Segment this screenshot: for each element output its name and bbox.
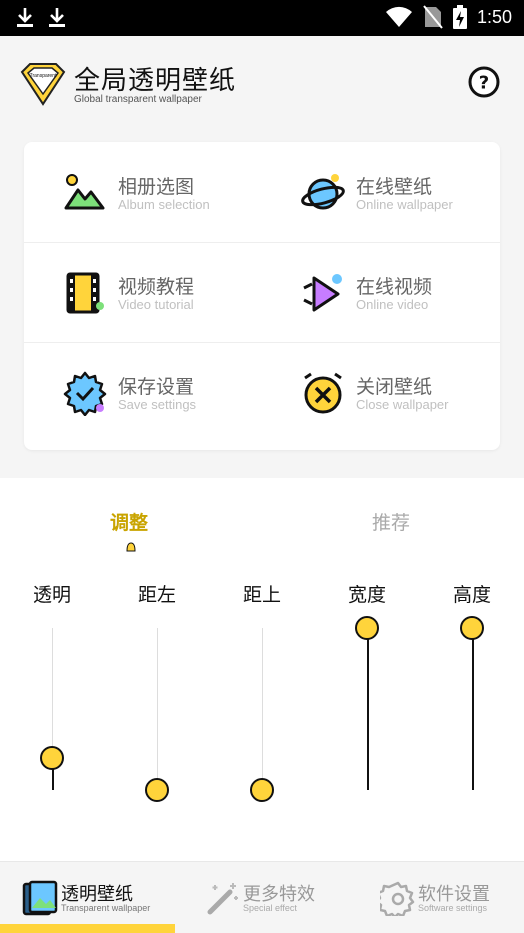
- menu-save-settings[interactable]: 保存设置 Save settings: [24, 342, 262, 442]
- app-title: 全局透明壁纸: [74, 66, 237, 96]
- menu-close-wallpaper[interactable]: 关闭壁纸 Close wallpaper: [262, 342, 500, 442]
- logo-text: Transparent: [30, 73, 57, 79]
- menu-subtitle: Video tutorial: [118, 297, 194, 312]
- magic-wand-icon: [207, 883, 238, 915]
- wallpaper-icon: [22, 880, 58, 916]
- menu-title: 相册选图: [118, 176, 195, 198]
- app-subtitle: Global transparent wallpaper: [74, 94, 202, 105]
- nav-transparent-wallpaper[interactable]: 透明壁纸 Transparent wallpaper: [0, 862, 175, 933]
- slider-track[interactable]: [157, 628, 158, 790]
- menu-title: 视频教程: [118, 276, 195, 298]
- slider-label: 高度: [452, 584, 491, 606]
- slider-knob[interactable]: [40, 745, 64, 770]
- menu-subtitle: Online wallpaper: [356, 197, 453, 212]
- wifi-icon: [385, 6, 412, 27]
- menu-video-tutorial[interactable]: 视频教程 Video tutorial: [24, 242, 262, 342]
- tab-adjust[interactable]: 调整: [110, 508, 148, 535]
- menu-title: 在线视频: [356, 276, 433, 298]
- menu-online-wallpaper[interactable]: 在线壁纸 Online wallpaper: [262, 142, 500, 242]
- battery-charging-icon: [452, 5, 467, 29]
- play-icon: [303, 274, 342, 312]
- download-icon: [49, 8, 65, 27]
- slider-knob[interactable]: [355, 616, 379, 640]
- download-icon: [17, 8, 33, 27]
- bottom-navigation: 透明壁纸 Transparent wallpaper 更多特效 Special …: [0, 861, 524, 933]
- menu-title: 在线壁纸: [356, 176, 433, 198]
- slider-label: 距上: [242, 584, 281, 606]
- gear-icon: [380, 881, 415, 916]
- nav-software-settings[interactable]: 软件设置 Software settings: [350, 862, 524, 933]
- slider-knob[interactable]: [250, 778, 274, 802]
- slider-label: 透明: [32, 584, 71, 606]
- svg-text:?: ?: [479, 73, 489, 94]
- menu-title: 关闭壁纸: [356, 376, 433, 398]
- menu-album-selection[interactable]: 相册选图 Album selection: [24, 142, 262, 242]
- nav-subtitle: Special effect: [243, 903, 297, 913]
- nav-subtitle: Software settings: [418, 903, 488, 913]
- help-icon[interactable]: ?: [468, 66, 500, 98]
- menu-subtitle: Close wallpaper: [356, 397, 449, 412]
- slider-track[interactable]: [262, 628, 263, 790]
- app-header: Transparent 全局透明壁纸 Global transparent wa…: [0, 36, 524, 126]
- status-bar: 1:50: [0, 0, 524, 36]
- clock: 1:50: [476, 6, 512, 27]
- planet-icon: [301, 174, 345, 210]
- slider-knob[interactable]: [145, 778, 169, 802]
- menu-online-video[interactable]: 在线视频 Online video: [262, 242, 500, 342]
- nav-active-indicator: [0, 924, 175, 933]
- album-icon: [64, 174, 105, 210]
- nav-subtitle: Transparent wallpaper: [61, 903, 151, 913]
- tab-recommend[interactable]: 推荐: [372, 508, 410, 535]
- close-circle-icon: [304, 372, 342, 414]
- menu-subtitle: Online video: [356, 297, 429, 312]
- menu-title: 保存设置: [118, 376, 195, 398]
- no-sim-icon: [423, 5, 443, 29]
- menu-subtitle: Save settings: [118, 397, 197, 412]
- adjust-panel: 调整 推荐 透明 距左 距上 宽度 高度: [0, 478, 524, 861]
- diamond-logo-icon: Transparent: [20, 63, 66, 106]
- gear-check-icon: [63, 371, 107, 416]
- nav-special-effect[interactable]: 更多特效 Special effect: [175, 862, 350, 933]
- slider-fill: [366, 628, 369, 790]
- tab-indicator-icon: [126, 542, 136, 552]
- feature-menu-card: 相册选图 Album selection 在线壁纸 Online wallpap…: [24, 142, 500, 450]
- slider-label: 距左: [137, 584, 176, 606]
- slider-knob[interactable]: [460, 616, 484, 640]
- slider-label: 宽度: [347, 584, 386, 606]
- slider-fill: [471, 628, 474, 790]
- menu-subtitle: Album selection: [118, 197, 210, 212]
- film-icon: [66, 272, 104, 314]
